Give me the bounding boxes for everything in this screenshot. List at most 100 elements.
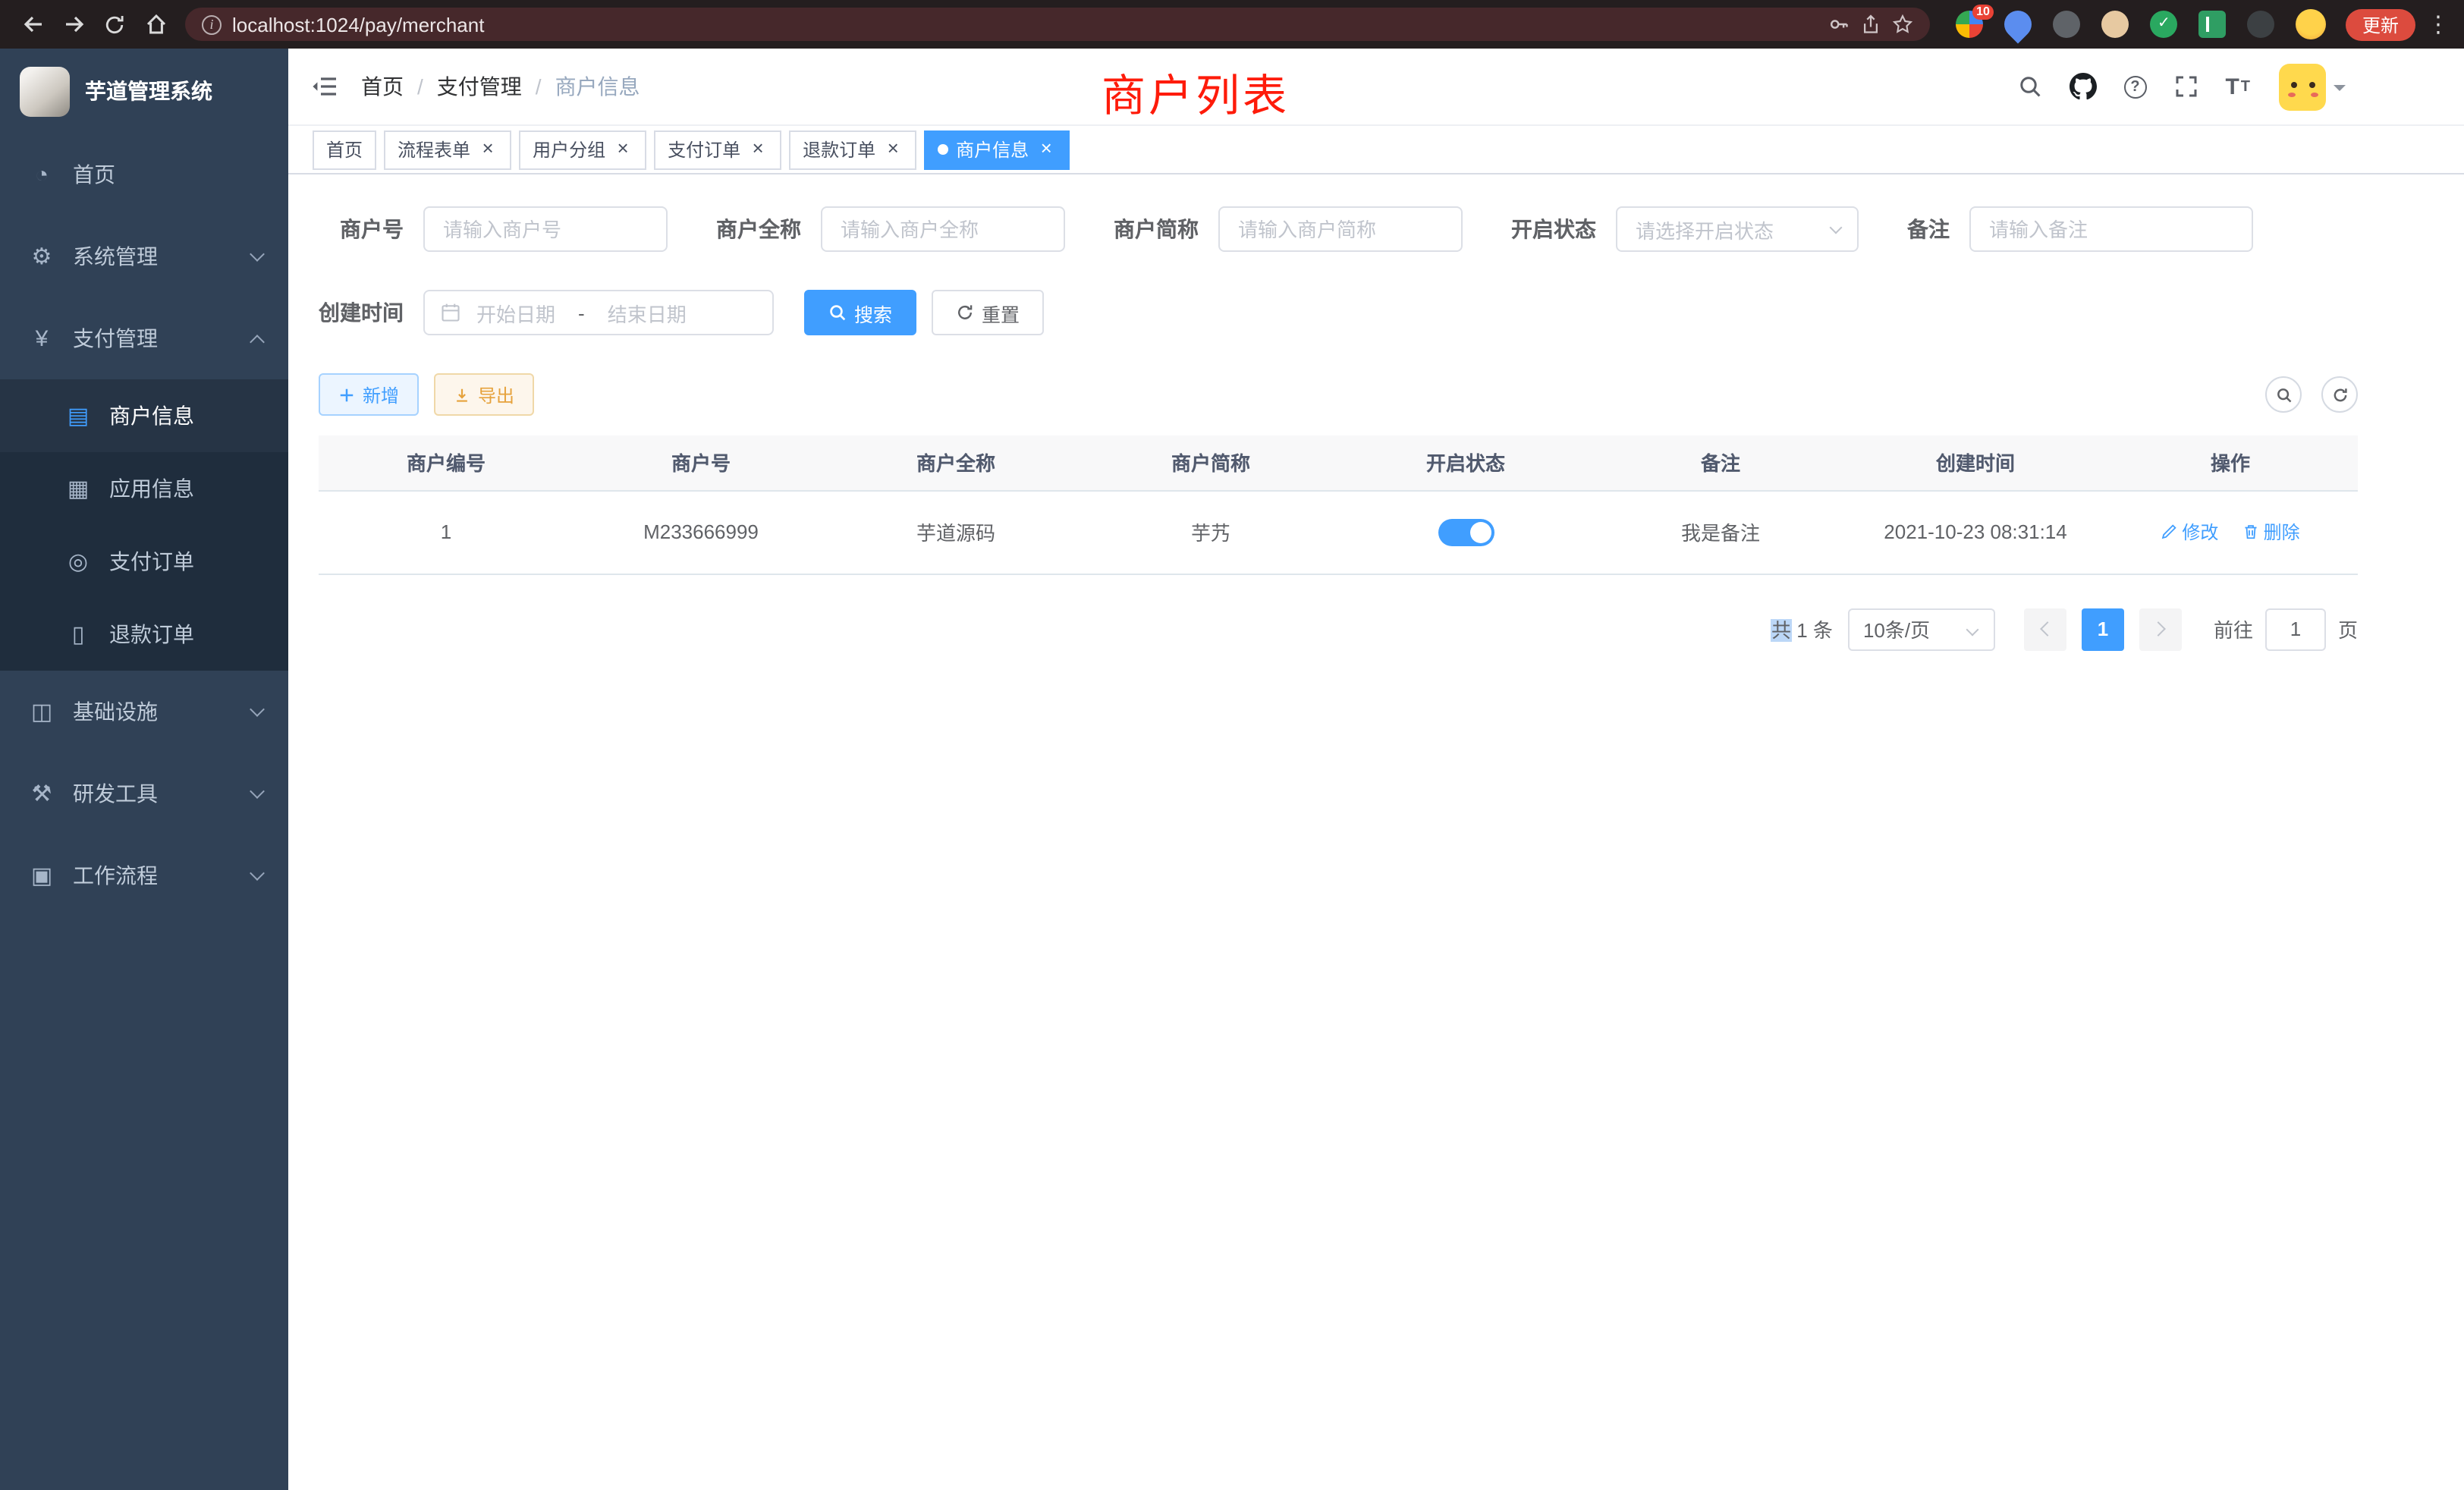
field-label: 商户全称 xyxy=(716,214,801,244)
dashboard-icon: ◔ xyxy=(29,162,55,187)
extension-icon-7[interactable] xyxy=(2247,11,2274,38)
sidebar-item-pay-order[interactable]: ◎ 支付订单 xyxy=(0,525,288,598)
merchant-table: 商户编号 商户号 商户全称 商户简称 开启状态 备注 创建时间 操作 1 xyxy=(319,435,2358,574)
bookmark-star-icon[interactable] xyxy=(1892,14,1913,35)
goto-page-input[interactable] xyxy=(2265,608,2326,650)
cell-merchant-id: 1 xyxy=(319,490,574,574)
add-button[interactable]: 新增 xyxy=(319,373,419,416)
yen-icon: ¥ xyxy=(29,325,55,351)
delete-button[interactable]: 删除 xyxy=(2242,519,2300,545)
edit-button[interactable]: 修改 xyxy=(2161,519,2218,545)
target-icon: ◎ xyxy=(65,548,91,575)
toggle-search-button[interactable] xyxy=(2265,376,2302,413)
search-button[interactable]: 搜索 xyxy=(804,290,916,335)
reset-button[interactable]: 重置 xyxy=(932,290,1044,335)
table-header-row: 商户编号 商户号 商户全称 商户简称 开启状态 备注 创建时间 操作 xyxy=(319,435,2358,490)
prev-page-button[interactable] xyxy=(2024,608,2066,650)
sidebar-item-devtools[interactable]: ⚒ 研发工具 xyxy=(0,753,288,835)
browser-window: i localhost:1024/pay/merchant 10 更新 ⋮ xyxy=(0,0,2464,1490)
browser-menu-icon[interactable]: ⋮ xyxy=(2425,11,2452,38)
url-text[interactable]: localhost:1024/pay/merchant xyxy=(232,13,484,36)
fullscreen-icon[interactable] xyxy=(2160,49,2211,124)
tab-flow-form[interactable]: 流程表单 × xyxy=(384,130,511,169)
grid-icon: ▦ xyxy=(65,475,91,502)
browser-forward-button[interactable] xyxy=(53,4,94,45)
refresh-icon xyxy=(2331,386,2348,403)
extension-icon-4[interactable] xyxy=(2101,11,2129,38)
password-key-icon[interactable] xyxy=(1828,14,1850,35)
create-time-range-picker[interactable]: 开始日期 - 结束日期 xyxy=(423,290,774,335)
browser-back-button[interactable] xyxy=(12,4,53,45)
github-icon[interactable] xyxy=(2055,49,2110,124)
extension-icon-5[interactable] xyxy=(2150,11,2177,38)
close-icon[interactable]: × xyxy=(1036,140,1056,159)
sidebar-item-workflow[interactable]: ▣ 工作流程 xyxy=(0,835,288,916)
tab-refund-order[interactable]: 退款订单 × xyxy=(789,130,916,169)
sidebar-item-system[interactable]: ⚙ 系统管理 xyxy=(0,215,288,297)
extension-icon-3[interactable] xyxy=(2053,11,2080,38)
close-icon[interactable]: × xyxy=(478,140,498,159)
help-icon[interactable]: ? xyxy=(2110,49,2160,124)
close-icon[interactable]: × xyxy=(883,140,903,159)
tab-merchant-info[interactable]: 商户信息 × xyxy=(924,130,1070,169)
col-actions: 操作 xyxy=(2103,435,2358,490)
tab-user-group[interactable]: 用户分组 × xyxy=(519,130,646,169)
export-button[interactable]: 导出 xyxy=(434,373,534,416)
breadcrumb-home[interactable]: 首页 xyxy=(361,71,404,102)
tab-home[interactable]: 首页 xyxy=(313,130,376,169)
sidebar-item-payment[interactable]: ¥ 支付管理 xyxy=(0,297,288,379)
font-size-icon[interactable]: TT xyxy=(2211,49,2264,124)
chevron-down-icon[interactable] xyxy=(2334,84,2346,96)
browser-home-button[interactable] xyxy=(135,4,176,45)
filter-row-1: 商户号 商户全称 商户简称 开启状态 请选择开启状态 xyxy=(319,206,2358,252)
app-title: 芋道管理系统 xyxy=(85,76,212,106)
search-icon[interactable] xyxy=(2004,49,2055,124)
breadcrumb-separator: / xyxy=(417,74,423,99)
filter-remark: 备注 xyxy=(1907,206,2253,252)
extension-icon-2[interactable] xyxy=(1999,5,2038,44)
page-annotation: 商户列表 xyxy=(1102,61,1290,124)
sidebar-item-refund-order[interactable]: ▯ 退款订单 xyxy=(0,598,288,671)
search-icon xyxy=(828,303,847,322)
page-number-button[interactable]: 1 xyxy=(2082,608,2124,650)
remark-input[interactable] xyxy=(1969,206,2253,252)
sidebar-item-app-info[interactable]: ▦ 应用信息 xyxy=(0,452,288,525)
field-label: 商户号 xyxy=(319,214,404,244)
filter-short-name: 商户简称 xyxy=(1114,206,1463,252)
sidebar-item-infrastructure[interactable]: ◫ 基础设施 xyxy=(0,671,288,753)
short-name-input[interactable] xyxy=(1218,206,1463,252)
chevron-up-icon xyxy=(250,334,265,349)
share-icon[interactable] xyxy=(1860,14,1881,35)
browser-update-button[interactable]: 更新 xyxy=(2346,8,2415,40)
payment-submenu: ▤ 商户信息 ▦ 应用信息 ◎ 支付订单 ▯ 退款订单 xyxy=(0,379,288,671)
site-info-icon[interactable]: i xyxy=(202,14,222,34)
app-logo[interactable]: 芋道管理系统 xyxy=(0,49,288,134)
full-name-input[interactable] xyxy=(821,206,1065,252)
breadcrumb-section[interactable]: 支付管理 xyxy=(437,71,522,102)
user-avatar[interactable] xyxy=(2279,63,2326,110)
extension-icon-6[interactable] xyxy=(2198,11,2226,38)
monitor-icon: ◫ xyxy=(29,698,55,725)
sidebar-toggle-icon[interactable] xyxy=(288,49,361,124)
filter-status: 开启状态 请选择开启状态 xyxy=(1511,206,1859,252)
browser-reload-button[interactable] xyxy=(94,4,135,45)
tab-pay-order[interactable]: 支付订单 × xyxy=(654,130,781,169)
address-bar[interactable]: i localhost:1024/pay/merchant xyxy=(185,8,1930,41)
page-size-select[interactable]: 10条/页 xyxy=(1848,608,1995,650)
col-status: 开启状态 xyxy=(1338,435,1593,490)
browser-profile-avatar[interactable] xyxy=(2296,9,2326,39)
status-toggle[interactable] xyxy=(1438,518,1494,545)
sidebar-item-home[interactable]: ◔ 首页 xyxy=(0,134,288,215)
close-icon[interactable]: × xyxy=(748,140,768,159)
next-page-button[interactable] xyxy=(2139,608,2182,650)
extension-icon-1[interactable]: 10 xyxy=(1956,11,1983,38)
sidebar-item-merchant-info[interactable]: ▤ 商户信息 xyxy=(0,379,288,452)
filter-create-time: 创建时间 开始日期 - 结束日期 xyxy=(319,290,774,335)
edit-pencil-icon xyxy=(2161,523,2177,540)
close-icon[interactable]: × xyxy=(613,140,633,159)
merchant-no-input[interactable] xyxy=(423,206,668,252)
status-select[interactable]: 请选择开启状态 xyxy=(1616,206,1859,252)
refresh-table-button[interactable] xyxy=(2321,376,2358,413)
chevron-down-icon xyxy=(250,246,265,261)
table-tools xyxy=(2265,376,2358,413)
